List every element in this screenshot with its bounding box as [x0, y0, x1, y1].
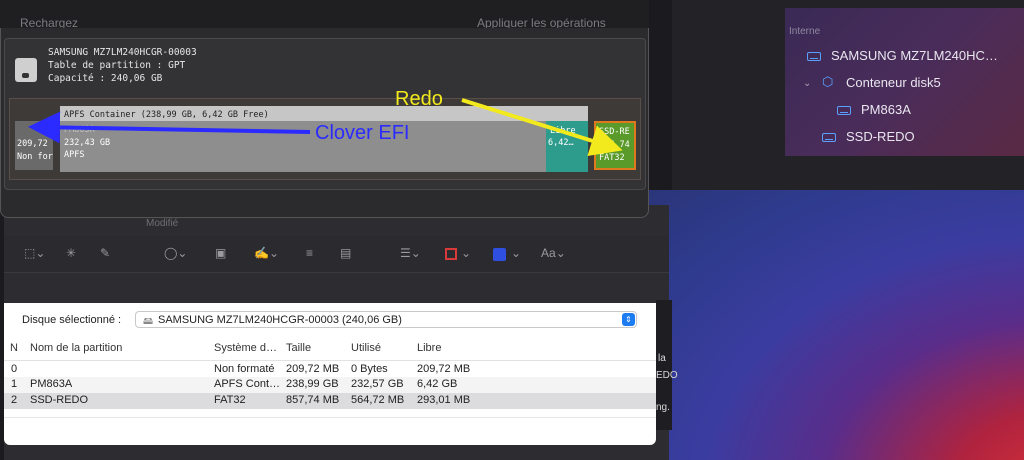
redo-arrow: [461, 98, 623, 157]
redo-annotation: Redo: [395, 88, 443, 110]
clover-arrow: [28, 111, 311, 144]
clover-annotation: Clover EFI: [315, 122, 410, 144]
annotation-layer: [28, 98, 623, 157]
